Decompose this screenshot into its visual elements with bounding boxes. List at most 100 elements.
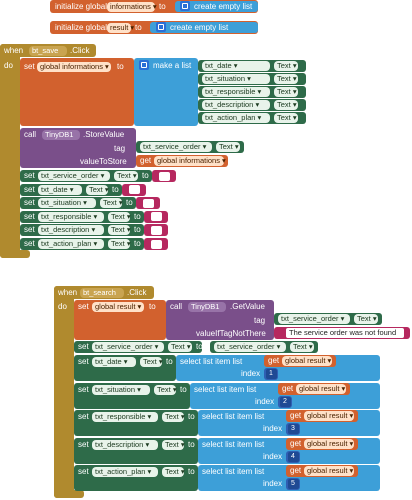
- get-var-dropdown[interactable]: global informations ▾: [154, 156, 226, 166]
- comp-dropdown[interactable]: txt_responsible ▾: [92, 412, 158, 423]
- to-label: to: [149, 302, 156, 311]
- list-item-comp-dropdown[interactable]: txt_action_plan ▾: [202, 113, 270, 123]
- set-label: set: [24, 184, 35, 194]
- getter-prop-dropdown[interactable]: Text ▾: [290, 342, 314, 352]
- list-item-prop-dropdown[interactable]: Text ▾: [274, 100, 298, 110]
- set-label: set: [24, 239, 35, 248]
- event-bt-search-click[interactable]: [54, 286, 74, 498]
- list-item-comp-dropdown[interactable]: txt_description ▾: [202, 100, 270, 110]
- get-label: get: [290, 411, 302, 421]
- comp-dropdown[interactable]: txt_responsible ▾: [38, 211, 104, 222]
- tag-label: tag: [254, 316, 266, 325]
- list-item-comp-dropdown[interactable]: txt_situation ▾: [202, 74, 270, 84]
- empty-string[interactable]: [159, 171, 170, 181]
- get-var-dropdown[interactable]: global result ▾: [282, 356, 332, 366]
- comp-dropdown[interactable]: txt_situation ▾: [38, 198, 96, 209]
- init-label: initialize global: [55, 23, 108, 32]
- db-dropdown[interactable]: TinyDB1: [188, 302, 226, 312]
- get-label: get: [290, 438, 302, 448]
- list-item-comp-dropdown[interactable]: txt_responsible ▾: [202, 87, 270, 97]
- comp-dropdown[interactable]: txt_description ▾: [92, 439, 158, 450]
- var-dropdown[interactable]: global informations ▾: [37, 62, 111, 72]
- gear-icon[interactable]: [139, 60, 149, 70]
- to-label: to: [142, 171, 149, 180]
- to-label: to: [188, 412, 195, 422]
- var-dropdown[interactable]: global result ▾: [92, 302, 144, 312]
- to-label: to: [166, 357, 173, 366]
- get-var-dropdown[interactable]: global result ▾: [304, 438, 354, 449]
- db-dropdown[interactable]: TinyDB1: [42, 130, 80, 140]
- create-empty-list-label: create empty list: [170, 23, 229, 32]
- component-dropdown[interactable]: bt_search: [80, 288, 124, 298]
- prop-dropdown[interactable]: Text ▾: [108, 239, 131, 249]
- not-found-text[interactable]: The service order was not found: [286, 328, 404, 338]
- list-item-prop-dropdown[interactable]: Text ▾: [274, 74, 298, 84]
- gear-icon[interactable]: [156, 22, 166, 32]
- tag-prop-dropdown[interactable]: Text ▾: [354, 314, 378, 324]
- comp-dropdown[interactable]: txt_action_plan ▾: [92, 467, 158, 478]
- create-empty-list-label: create empty list: [194, 2, 253, 11]
- getter-comp-dropdown[interactable]: txt_service_order ▾: [214, 342, 286, 352]
- to-label: to: [134, 225, 141, 235]
- index-number[interactable]: 3: [287, 424, 299, 435]
- empty-string[interactable]: [151, 239, 162, 249]
- list-item-comp-dropdown[interactable]: txt_date ▾: [202, 61, 270, 71]
- prop-dropdown[interactable]: Text ▾: [168, 342, 192, 352]
- empty-string[interactable]: [151, 225, 162, 235]
- list-item-prop-dropdown[interactable]: Text ▾: [274, 113, 298, 123]
- comp-dropdown[interactable]: txt_description ▾: [38, 225, 104, 236]
- to-label: to: [180, 384, 187, 394]
- prop-dropdown[interactable]: Text ▾: [162, 439, 185, 450]
- prop-dropdown[interactable]: Text ▾: [162, 412, 185, 423]
- index-number[interactable]: 2: [279, 396, 291, 407]
- prop-dropdown[interactable]: Text ▾: [114, 171, 138, 181]
- prop-dropdown[interactable]: Text ▾: [154, 384, 177, 395]
- prop-dropdown[interactable]: Text ▾: [108, 225, 131, 236]
- get-var-dropdown[interactable]: global result ▾: [304, 411, 354, 422]
- event-bt-save-click[interactable]: [0, 44, 20, 258]
- select-list-item-label: select list item list: [180, 357, 243, 366]
- var-name-informations[interactable]: informations ▾: [107, 2, 157, 12]
- get-label: get: [290, 466, 302, 476]
- comp-dropdown[interactable]: txt_action_plan ▾: [38, 239, 104, 249]
- set-label: set: [78, 357, 89, 366]
- comp-dropdown[interactable]: txt_service_order ▾: [38, 171, 110, 181]
- to-label: to: [134, 211, 141, 221]
- comp-dropdown[interactable]: txt_situation ▾: [92, 384, 150, 395]
- index-number[interactable]: 1: [265, 369, 277, 379]
- get-var-dropdown[interactable]: global result ▾: [304, 466, 354, 477]
- index-number[interactable]: 5: [287, 479, 299, 490]
- set-label: set: [24, 62, 35, 71]
- prop-dropdown[interactable]: Text ▾: [100, 198, 123, 209]
- set-label: set: [24, 211, 35, 221]
- get-label: get: [282, 383, 294, 393]
- index-number[interactable]: 4: [287, 451, 299, 462]
- to-label: to: [135, 23, 142, 32]
- var-name-result[interactable]: result ▾: [107, 23, 134, 33]
- empty-string[interactable]: [143, 198, 154, 208]
- prop-dropdown[interactable]: Text ▾: [140, 357, 163, 367]
- component-dropdown[interactable]: bt_save: [29, 46, 67, 56]
- set-label: set: [24, 171, 35, 180]
- init-label: initialize global: [55, 2, 108, 11]
- prop-dropdown[interactable]: Text ▾: [162, 467, 185, 478]
- gear-icon[interactable]: [180, 1, 190, 11]
- tag-comp-dropdown[interactable]: txt_service_order ▾: [140, 142, 212, 152]
- empty-string[interactable]: [129, 185, 140, 195]
- prop-dropdown[interactable]: Text ▾: [86, 184, 109, 195]
- comp-dropdown[interactable]: txt_date ▾: [38, 184, 82, 195]
- to-label: to: [188, 439, 195, 449]
- list-item-prop-dropdown[interactable]: Text ▾: [274, 61, 298, 71]
- select-list-item-label: select list item list: [202, 467, 265, 477]
- comp-dropdown[interactable]: txt_service_order ▾: [92, 342, 164, 352]
- comp-dropdown[interactable]: txt_date ▾: [92, 357, 136, 367]
- empty-string[interactable]: [151, 212, 162, 222]
- set-label: set: [78, 467, 89, 477]
- tag-comp-dropdown[interactable]: txt_service_order ▾: [278, 314, 350, 324]
- list-item-prop-dropdown[interactable]: Text ▾: [274, 87, 298, 97]
- call-label: call: [170, 302, 183, 311]
- get-var-dropdown[interactable]: global result ▾: [296, 383, 346, 394]
- tag-prop-dropdown[interactable]: Text ▾: [216, 142, 240, 152]
- tag-label: tag: [114, 144, 126, 153]
- prop-dropdown[interactable]: Text ▾: [108, 211, 131, 222]
